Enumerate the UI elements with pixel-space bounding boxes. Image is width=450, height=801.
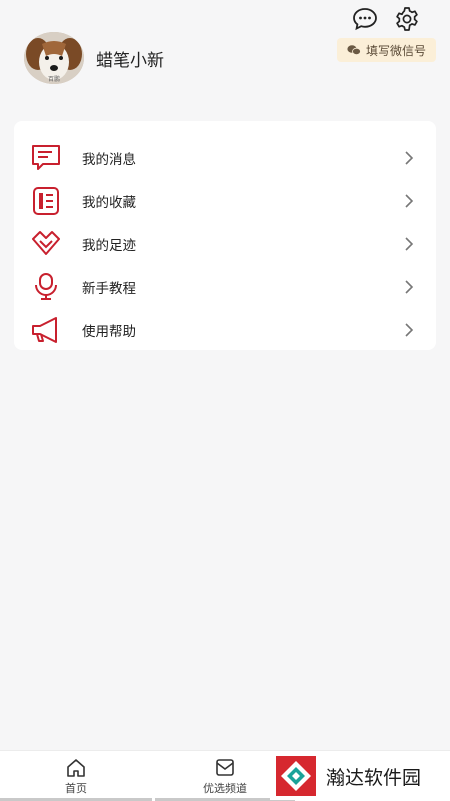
menu-item-label: 我的消息 xyxy=(82,152,136,168)
footprint-icon xyxy=(32,231,60,255)
menu-item-messages[interactable]: 我的消息 xyxy=(14,136,436,179)
channel-icon xyxy=(216,759,234,776)
tutorial-microphone-icon xyxy=(35,273,57,300)
menu-card: 我的消息 我的收藏 我的足迹 新手教程 使用帮助 xyxy=(14,121,436,350)
fill-wechat-button[interactable]: 填写微信号 xyxy=(336,38,436,62)
watermark-text: 瀚达软件园 xyxy=(326,766,422,789)
avatar-dog-image: 百鹏 xyxy=(24,32,84,84)
wechat-icon xyxy=(347,45,361,55)
watermark-logo: 瀚达软件园 xyxy=(270,752,450,800)
megaphone-icon xyxy=(32,317,57,343)
menu-item-help[interactable]: 使用帮助 xyxy=(14,308,436,351)
menu-item-label: 新手教程 xyxy=(82,281,136,297)
menu-item-label: 我的收藏 xyxy=(82,195,136,211)
favorites-icon xyxy=(33,187,59,215)
settings-gear-icon[interactable] xyxy=(394,6,420,32)
menu-item-footprints[interactable]: 我的足迹 xyxy=(14,222,436,265)
chevron-right-icon xyxy=(405,194,414,208)
avatar[interactable]: 百鹏 xyxy=(24,32,84,84)
chevron-right-icon xyxy=(405,151,414,165)
home-icon xyxy=(67,759,85,777)
profile-header: 百鹏 蜡笔小新 填写微信号 xyxy=(0,0,450,110)
menu-item-favorites[interactable]: 我的收藏 xyxy=(14,179,436,222)
message-icon xyxy=(32,145,60,170)
tab-home[interactable]: 首页 xyxy=(0,751,152,801)
username: 蜡笔小新 xyxy=(96,51,164,71)
chevron-right-icon xyxy=(405,323,414,337)
chevron-right-icon xyxy=(405,280,414,294)
menu-item-label: 我的足迹 xyxy=(82,238,136,254)
chat-bubble-icon[interactable] xyxy=(352,6,378,32)
svg-text:百鹏: 百鹏 xyxy=(48,75,60,83)
top-icons xyxy=(352,6,420,32)
wechat-button-label: 填写微信号 xyxy=(365,43,426,58)
tab-label: 首页 xyxy=(65,782,87,795)
menu-item-tutorial[interactable]: 新手教程 xyxy=(14,265,436,308)
chevron-right-icon xyxy=(405,237,414,251)
watermark-logo-icon xyxy=(276,756,316,796)
menu-item-label: 使用帮助 xyxy=(82,324,136,340)
